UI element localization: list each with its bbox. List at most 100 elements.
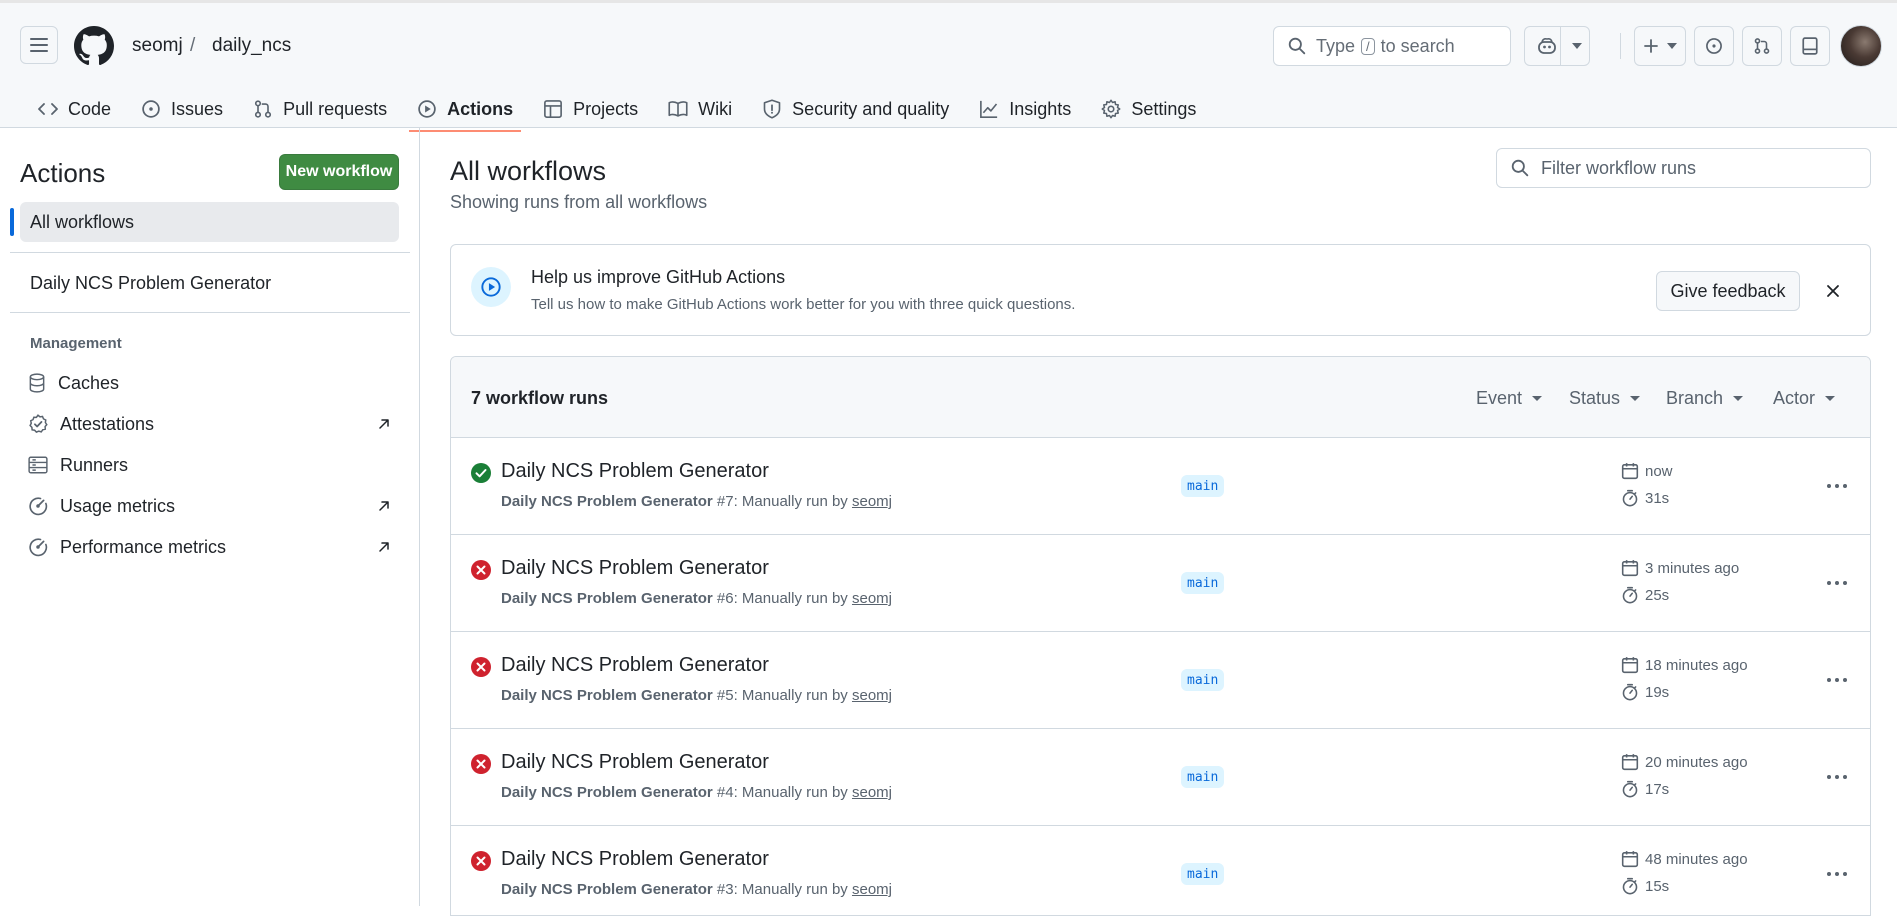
- run-title[interactable]: Daily NCS Problem Generator: [501, 557, 769, 580]
- caret-down-icon: [1532, 396, 1543, 401]
- breadcrumb-repo[interactable]: daily_ncs: [212, 35, 291, 57]
- search-icon: [1511, 159, 1529, 177]
- run-duration: 15s: [1621, 877, 1669, 895]
- run-title[interactable]: Daily NCS Problem Generator: [501, 460, 769, 483]
- run-actor-link[interactable]: seomj: [852, 590, 892, 607]
- copilot-button[interactable]: [1524, 26, 1590, 66]
- code-icon: [38, 103, 58, 115]
- run-time-text: 3 minutes ago: [1645, 559, 1740, 577]
- shield-icon: [763, 99, 781, 119]
- actor-filter-dropdown[interactable]: Actor: [1773, 388, 1836, 409]
- calendar-icon: [1621, 463, 1639, 480]
- filter-workflow-runs-input[interactable]: Filter workflow runs: [1496, 148, 1871, 188]
- run-actor-link[interactable]: seomj: [852, 784, 892, 801]
- page-subtitle: Showing runs from all workflows: [450, 192, 708, 212]
- run-options-button[interactable]: [1823, 472, 1851, 500]
- global-search[interactable]: Type / to search: [1273, 26, 1511, 66]
- run-meta: Daily NCS Problem Generator #3: Manually…: [501, 881, 892, 898]
- event-filter-dropdown[interactable]: Event: [1476, 388, 1543, 409]
- graph-icon: [980, 100, 998, 118]
- create-new-button[interactable]: [1634, 26, 1686, 66]
- run-options-button[interactable]: [1823, 569, 1851, 597]
- run-actor-link[interactable]: seomj: [852, 881, 892, 898]
- breadcrumb-owner[interactable]: seomj: [132, 35, 183, 57]
- run-time: 48 minutes ago: [1621, 850, 1748, 868]
- run-workflow-name: Daily NCS Problem Generator: [501, 687, 713, 704]
- github-logo-icon[interactable]: [74, 26, 114, 66]
- inbox-button[interactable]: [1790, 26, 1830, 66]
- user-avatar[interactable]: [1840, 25, 1882, 67]
- tab-security[interactable]: Security and quality: [750, 87, 961, 131]
- calendar-icon: [1621, 560, 1639, 577]
- run-title[interactable]: Daily NCS Problem Generator: [501, 654, 769, 677]
- branch-label[interactable]: main: [1181, 669, 1225, 691]
- stopwatch-icon: [1622, 489, 1638, 507]
- close-banner-button[interactable]: [1821, 279, 1845, 303]
- run-options-button[interactable]: [1823, 763, 1851, 791]
- run-title[interactable]: Daily NCS Problem Generator: [501, 848, 769, 871]
- workflow-run-row[interactable]: Daily NCS Problem Generator Daily NCS Pr…: [451, 438, 1870, 535]
- tab-wiki[interactable]: Wiki: [656, 87, 744, 131]
- new-workflow-button[interactable]: New workflow: [279, 154, 399, 190]
- sidebar-item-performance-metrics[interactable]: Performance metrics: [28, 532, 390, 562]
- run-duration-text: 25s: [1645, 586, 1670, 604]
- status-filter-dropdown[interactable]: Status: [1569, 388, 1641, 409]
- search-suffix: to search: [1380, 35, 1455, 56]
- filter-label: Status: [1569, 388, 1621, 408]
- run-options-button[interactable]: [1823, 860, 1851, 888]
- chevron-down-icon: [1572, 43, 1582, 49]
- tab-label: Projects: [573, 98, 639, 119]
- issue-icon: [142, 100, 160, 118]
- run-options-button[interactable]: [1823, 666, 1851, 694]
- branch-label[interactable]: main: [1181, 572, 1225, 594]
- run-title[interactable]: Daily NCS Problem Generator: [501, 751, 769, 774]
- filter-placeholder: Filter workflow runs: [1541, 157, 1697, 178]
- sidebar-item-caches[interactable]: Caches: [28, 368, 390, 398]
- run-actor-link[interactable]: seomj: [852, 493, 892, 510]
- tab-issues[interactable]: Issues: [129, 87, 235, 131]
- pull-requests-shortcut-button[interactable]: [1742, 26, 1782, 66]
- kebab-horizontal-icon: [1827, 484, 1847, 488]
- tab-settings[interactable]: Settings: [1089, 87, 1208, 131]
- tab-projects[interactable]: Projects: [531, 87, 650, 131]
- branch-label[interactable]: main: [1181, 475, 1225, 497]
- sidebar-item-attestations[interactable]: Attestations: [28, 409, 390, 439]
- tab-label: Issues: [171, 98, 224, 119]
- run-duration: 19s: [1621, 683, 1669, 701]
- branch-label[interactable]: main: [1181, 863, 1225, 885]
- tab-insights[interactable]: Insights: [967, 87, 1083, 131]
- kebab-horizontal-icon: [1827, 872, 1847, 876]
- tab-pull-requests[interactable]: Pull requests: [241, 87, 399, 131]
- runs-count: 7 workflow runs: [471, 388, 609, 408]
- run-duration: 17s: [1621, 780, 1669, 798]
- tab-label: Security and quality: [792, 98, 950, 119]
- tab-code[interactable]: Code: [26, 87, 123, 131]
- hamburger-icon: [30, 38, 48, 52]
- run-time: 20 minutes ago: [1621, 753, 1748, 771]
- sidebar-item-all-workflows[interactable]: All workflows: [10, 202, 399, 242]
- copilot-icon: [1538, 38, 1556, 54]
- branch-filter-dropdown[interactable]: Branch: [1666, 388, 1744, 409]
- sidebar-item-runners[interactable]: Runners: [28, 450, 390, 480]
- calendar-icon: [1621, 657, 1639, 674]
- x-circle-fill-icon: [471, 754, 491, 774]
- give-feedback-button[interactable]: Give feedback: [1656, 271, 1800, 311]
- play-icon: [471, 267, 511, 307]
- issues-shortcut-button[interactable]: [1694, 26, 1734, 66]
- workflow-run-row[interactable]: Daily NCS Problem Generator Daily NCS Pr…: [451, 535, 1870, 632]
- tab-actions[interactable]: Actions: [405, 87, 525, 132]
- workflow-run-row[interactable]: Daily NCS Problem Generator Daily NCS Pr…: [451, 729, 1870, 826]
- sidebar-item-usage-metrics[interactable]: Usage metrics: [28, 491, 390, 521]
- sidebar-item-workflow[interactable]: Daily NCS Problem Generator: [30, 273, 271, 294]
- run-meta-text: #4: Manually run by: [712, 784, 852, 801]
- menu-button[interactable]: [20, 26, 58, 64]
- run-actor-link[interactable]: seomj: [852, 687, 892, 704]
- banner-title: Help us improve GitHub Actions: [531, 267, 786, 287]
- sidebar-divider: [10, 252, 410, 253]
- workflow-run-row[interactable]: Daily NCS Problem Generator Daily NCS Pr…: [451, 632, 1870, 729]
- workflow-run-row[interactable]: Daily NCS Problem Generator Daily NCS Pr…: [451, 826, 1870, 915]
- run-time: 3 minutes ago: [1621, 559, 1739, 577]
- run-time-text: 20 minutes ago: [1645, 753, 1748, 771]
- branch-label[interactable]: main: [1181, 766, 1225, 788]
- pull-request-icon: [1754, 38, 1770, 54]
